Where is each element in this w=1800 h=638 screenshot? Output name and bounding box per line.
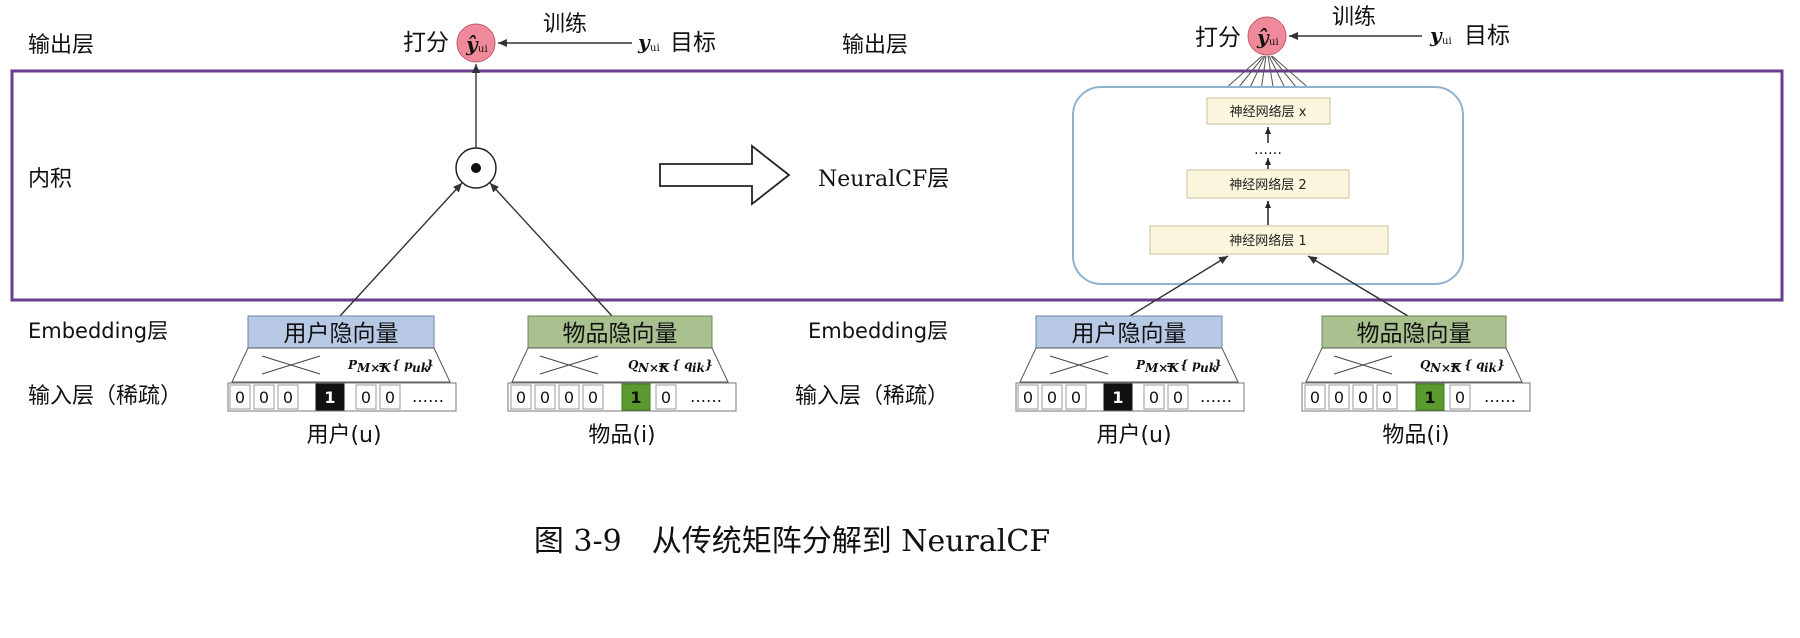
svg-text:}: } [705,358,713,372]
svg-text:0: 0 [361,388,371,407]
nn-dots: …… [1254,142,1282,158]
figure-caption: 图 3-9 从传统矩阵分解到 NeuralCF [534,524,1050,559]
svg-text:……: …… [1200,387,1232,406]
inner-product-label: 内积 [28,167,72,192]
svg-text:0: 0 [259,388,269,407]
svg-text:0: 0 [1334,388,1344,407]
output-layer-label-left: 输出层 [28,33,94,58]
svg-text:1: 1 [1424,388,1435,407]
y-target-left: y [637,30,651,54]
nn-layer-2-label: 神经网络层 2 [1229,177,1306,193]
svg-text:}: } [1497,358,1505,372]
train-label-left: 训练 [543,12,587,37]
svg-text:0: 0 [235,388,245,407]
svg-text:0: 0 [588,388,598,407]
svg-text:物品隐向量: 物品隐向量 [1357,321,1472,347]
transform-arrow [659,144,791,206]
svg-text:用户隐向量: 用户隐向量 [1072,321,1187,347]
svg-text:0: 0 [1173,388,1183,407]
user-caption-right: 用户(u) [1096,423,1171,448]
item-vector-right: 物品隐向量 Q N×K = { q ik } [1305,315,1523,383]
svg-text:0: 0 [516,388,526,407]
item-caption-left: 物品(i) [588,423,655,448]
user-to-inner-arrow [339,182,463,317]
nn-layer-1-label: 神经网络层 1 [1229,233,1306,249]
svg-text:= { p: = { p [1166,358,1201,372]
svg-text:0: 0 [540,388,550,407]
svg-text:0: 0 [1382,388,1392,407]
user-vector-right: 用户隐向量 P M×K = { p uk } [1019,315,1239,383]
dot-product-dot [471,163,481,173]
svg-text:= { q: = { q [1450,358,1485,372]
y-target-sub-right: ui [1442,36,1452,47]
y-hat-right: ŷ [1256,25,1270,49]
score-label-right: 打分 [1195,25,1241,51]
input-layer-label-right: 输入层（稀疏） [795,384,949,409]
svg-text:1: 1 [630,388,641,407]
svg-text:0: 0 [1071,388,1081,407]
embedding-layer-label-right: Embedding层 [808,319,948,343]
svg-text:}: } [1214,358,1222,372]
svg-text:0: 0 [385,388,395,407]
item-input-cells-left: 0 0 0 0 1 0 …… [507,382,737,412]
svg-text:0: 0 [564,388,574,407]
svg-text:用户隐向量: 用户隐向量 [284,321,399,347]
y-hat-sub-left: ui [478,44,488,55]
svg-text:ik: ik [692,361,705,375]
input-layer-label-left: 输入层（稀疏） [28,384,182,409]
svg-text:ik: ik [1484,361,1497,375]
svg-text:= { q: = { q [658,358,693,372]
user-caption-left: 用户(u) [306,423,381,448]
item-vector-left: 物品隐向量 Q N×K = { q ik } [511,315,729,383]
train-label-right: 训练 [1332,5,1376,30]
user-vector-left: 用户隐向量 P M×K = { p uk } [231,315,451,383]
svg-text:0: 0 [1358,388,1368,407]
svg-text:1: 1 [1112,388,1123,407]
svg-text:0: 0 [661,388,671,407]
item-caption-right: 物品(i) [1382,423,1449,448]
svg-text:物品隐向量: 物品隐向量 [563,321,678,347]
diagram-canvas: 输出层 内积 Embedding层 输入层（稀疏） 打分 ŷ ui 训练 y u… [10,5,1784,559]
svg-text:}: } [426,358,434,372]
svg-text:0: 0 [1310,388,1320,407]
svg-text:0: 0 [283,388,293,407]
nn-layer-x-label: 神经网络层 x [1230,104,1307,120]
item-input-cells-right: 0 0 0 0 1 0 …… [1301,382,1531,412]
user-input-cells-right: 0 0 0 1 0 0 …… [1015,382,1245,412]
output-layer-label-right: 输出层 [842,33,908,58]
svg-text:= { p: = { p [378,358,413,372]
score-label-left: 打分 [403,30,449,56]
y-hat-left: ŷ [465,32,479,56]
y-target-right: y [1429,23,1443,47]
svg-text:0: 0 [1149,388,1159,407]
svg-text:……: …… [412,387,444,406]
neuralcf-layer-label: NeuralCF层 [818,167,949,192]
user-input-cells-left: 0 0 0 1 0 0 …… [227,382,457,412]
embedding-layer-label-left: Embedding层 [28,319,168,343]
y-hat-sub-right: ui [1269,37,1279,48]
svg-text:……: …… [690,387,722,406]
svg-text:……: …… [1484,387,1516,406]
svg-text:0: 0 [1455,388,1465,407]
svg-text:1: 1 [324,388,335,407]
svg-text:0: 0 [1023,388,1033,407]
y-target-sub-left: ui [650,43,660,54]
item-to-inner-arrow [489,182,613,317]
target-label-right: 目标 [1464,23,1510,49]
target-label-left: 目标 [670,30,716,56]
svg-text:0: 0 [1047,388,1057,407]
